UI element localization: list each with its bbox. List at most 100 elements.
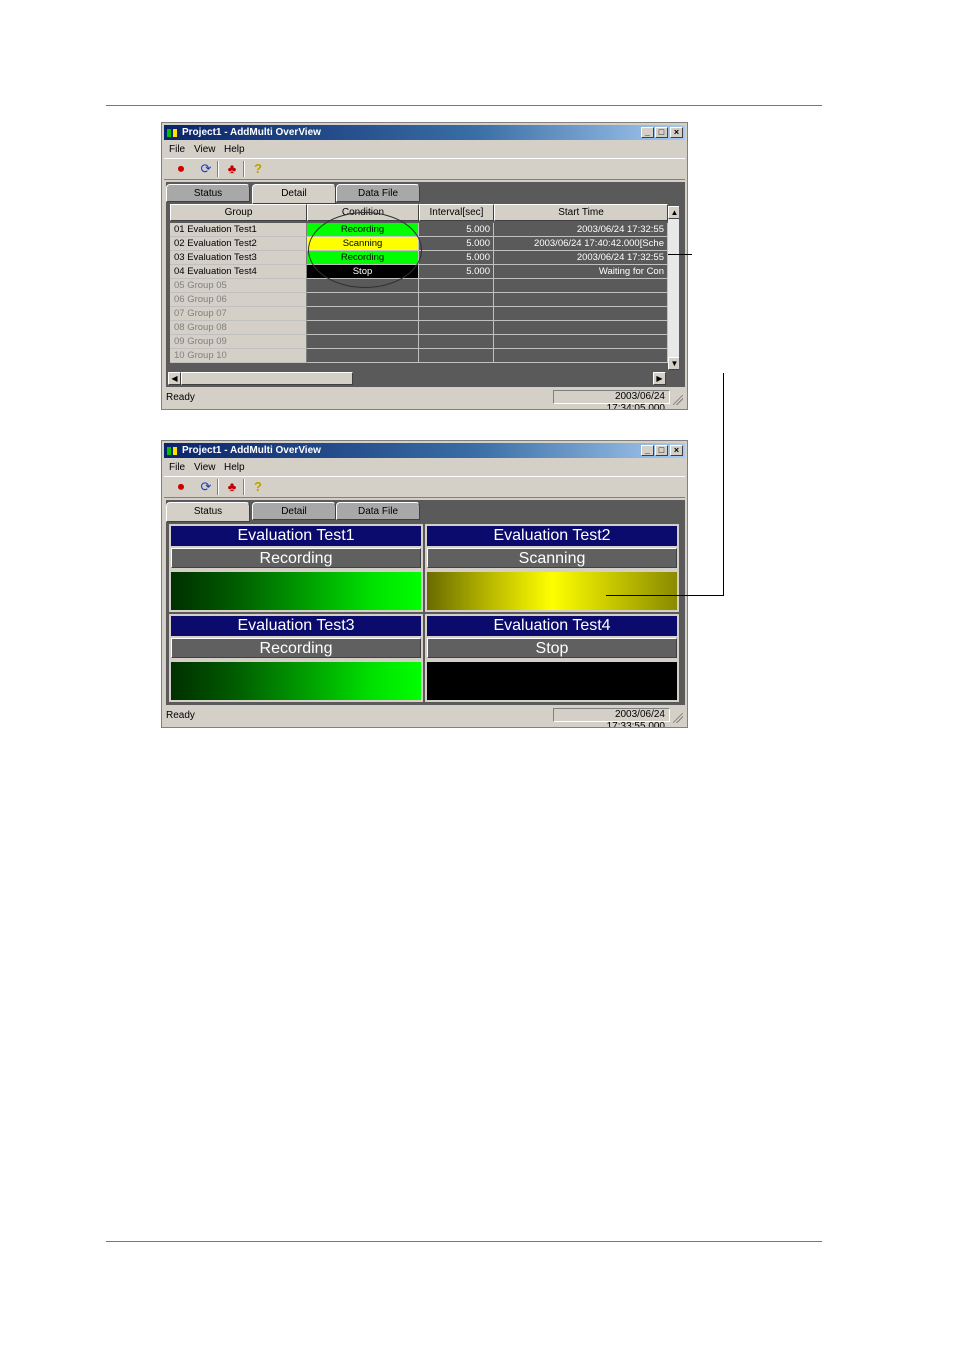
scroll-down-icon[interactable]: ▼ [668,357,679,370]
column-header-group[interactable]: Group [170,204,307,221]
cell-group: 07 Group 07 [170,307,307,321]
status-time: 2003/06/24 17:34:05.000 [553,390,670,409]
title-bar[interactable]: Project1 - AddMulti OverView _ □ × [164,443,685,458]
status-panel[interactable]: Evaluation Test2 Scanning [425,524,679,612]
callout-line [723,373,724,595]
column-header-start-time[interactable]: Start Time [494,204,668,221]
callout-line [668,254,692,255]
tab-detail[interactable]: Detail [252,502,336,520]
status-window: Project1 - AddMulti OverView _ □ × File … [161,440,688,728]
tab-area: Status Detail Data File Group Condition … [166,182,685,387]
panel-state: Scanning [427,548,677,568]
scroll-left-icon[interactable]: ◀ [168,372,181,385]
cell-group: 03 Evaluation Test3 [170,251,307,265]
maximize-button[interactable]: □ [655,445,668,456]
toolbar: ⏺ ⟳ ♣ ? [164,476,685,498]
cell-start-time [494,349,668,363]
status-time: 2003/06/24 17:33:55.000 [553,708,670,727]
refresh-icon[interactable]: ⟳ [197,161,215,177]
cell-interval: 5.000 [419,223,494,237]
close-button[interactable]: × [670,445,683,456]
status-panel[interactable]: Evaluation Test1 Recording [169,524,423,612]
menu-bar: File View Help [164,142,685,158]
minimize-button[interactable]: _ [641,127,654,138]
tab-status[interactable]: Status [166,184,250,202]
cell-condition [307,307,419,321]
menu-view[interactable]: View [194,462,216,473]
stop-record-icon[interactable]: ⏺ [172,161,190,177]
help-icon[interactable]: ? [249,161,267,177]
detail-grid: Group Condition Interval[sec] Start Time… [168,204,679,372]
maximize-button[interactable]: □ [655,127,668,138]
toolbar: ⏺ ⟳ ♣ ? [164,158,685,180]
toolbar-separator [243,161,245,177]
cell-group: 01 Evaluation Test1 [170,223,307,237]
alarm-icon[interactable]: ♣ [223,161,241,177]
resize-grip-icon[interactable] [673,713,683,723]
cell-interval [419,335,494,349]
cell-group: 05 Group 05 [170,279,307,293]
scroll-right-icon[interactable]: ▶ [653,372,666,385]
menu-file[interactable]: File [169,144,185,155]
tab-area: Status Detail Data File Evaluation Test1… [166,500,685,705]
menu-help[interactable]: Help [224,462,245,473]
activity-bar [171,662,421,700]
cell-group: 02 Evaluation Test2 [170,237,307,251]
scroll-up-icon[interactable]: ▲ [668,206,679,219]
status-panel[interactable]: Evaluation Test4 Stop [425,614,679,702]
toolbar-separator [217,161,219,177]
status-panel[interactable]: Evaluation Test3 Recording [169,614,423,702]
cell-interval: 5.000 [419,265,494,279]
menu-help[interactable]: Help [224,144,245,155]
activity-bar [171,572,421,610]
scroll-thumb[interactable] [181,372,353,385]
close-button[interactable]: × [670,127,683,138]
resize-grip-icon[interactable] [673,395,683,405]
cell-group: 04 Evaluation Test4 [170,265,307,279]
window-title: Project1 - AddMulti OverView [182,127,321,138]
cell-start-time [494,293,668,307]
tab-detail[interactable]: Detail [252,184,336,204]
detail-window: Project1 - AddMulti OverView _ □ × File … [161,122,688,410]
cell-condition [307,349,419,363]
panel-state: Stop [427,638,677,658]
cell-start-time: 2003/06/24 17:32:55 [494,223,668,237]
condition-highlight-ellipse [308,212,422,288]
cell-interval [419,307,494,321]
cell-interval [419,321,494,335]
cell-group: 10 Group 10 [170,349,307,363]
menu-file[interactable]: File [169,462,185,473]
menu-bar: File View Help [164,460,685,476]
horizontal-scrollbar[interactable]: ◀ ▶ [168,372,666,385]
cell-start-time [494,279,668,293]
panel-state: Recording [171,638,421,658]
cell-interval: 5.000 [419,251,494,265]
cell-group: 08 Group 08 [170,321,307,335]
refresh-icon[interactable]: ⟳ [197,479,215,495]
column-header-interval[interactable]: Interval[sec] [419,204,494,221]
cell-start-time [494,321,668,335]
stop-record-icon[interactable]: ⏺ [172,479,190,495]
cell-interval: 5.000 [419,237,494,251]
menu-view[interactable]: View [194,144,216,155]
callout-line [606,595,724,596]
cell-condition [307,321,419,335]
alarm-icon[interactable]: ♣ [223,479,241,495]
tab-status[interactable]: Status [166,502,250,522]
cell-condition [307,335,419,349]
tab-data-file[interactable]: Data File [336,184,420,202]
help-icon[interactable]: ? [249,479,267,495]
app-icon [167,447,178,455]
cell-condition [307,293,419,307]
vertical-scrollbar[interactable]: ▲ ▼ [668,206,679,370]
title-bar[interactable]: Project1 - AddMulti OverView _ □ × [164,125,685,140]
minimize-button[interactable]: _ [641,445,654,456]
activity-bar [427,572,677,610]
status-text: Ready [166,710,195,721]
cell-start-time: Waiting for Con [494,265,668,279]
tab-data-file[interactable]: Data File [336,502,420,520]
cell-start-time [494,307,668,321]
cell-start-time: 2003/06/24 17:40:42.000[Sche [494,237,668,251]
panel-title: Evaluation Test2 [427,526,677,546]
toolbar-separator [217,479,219,495]
